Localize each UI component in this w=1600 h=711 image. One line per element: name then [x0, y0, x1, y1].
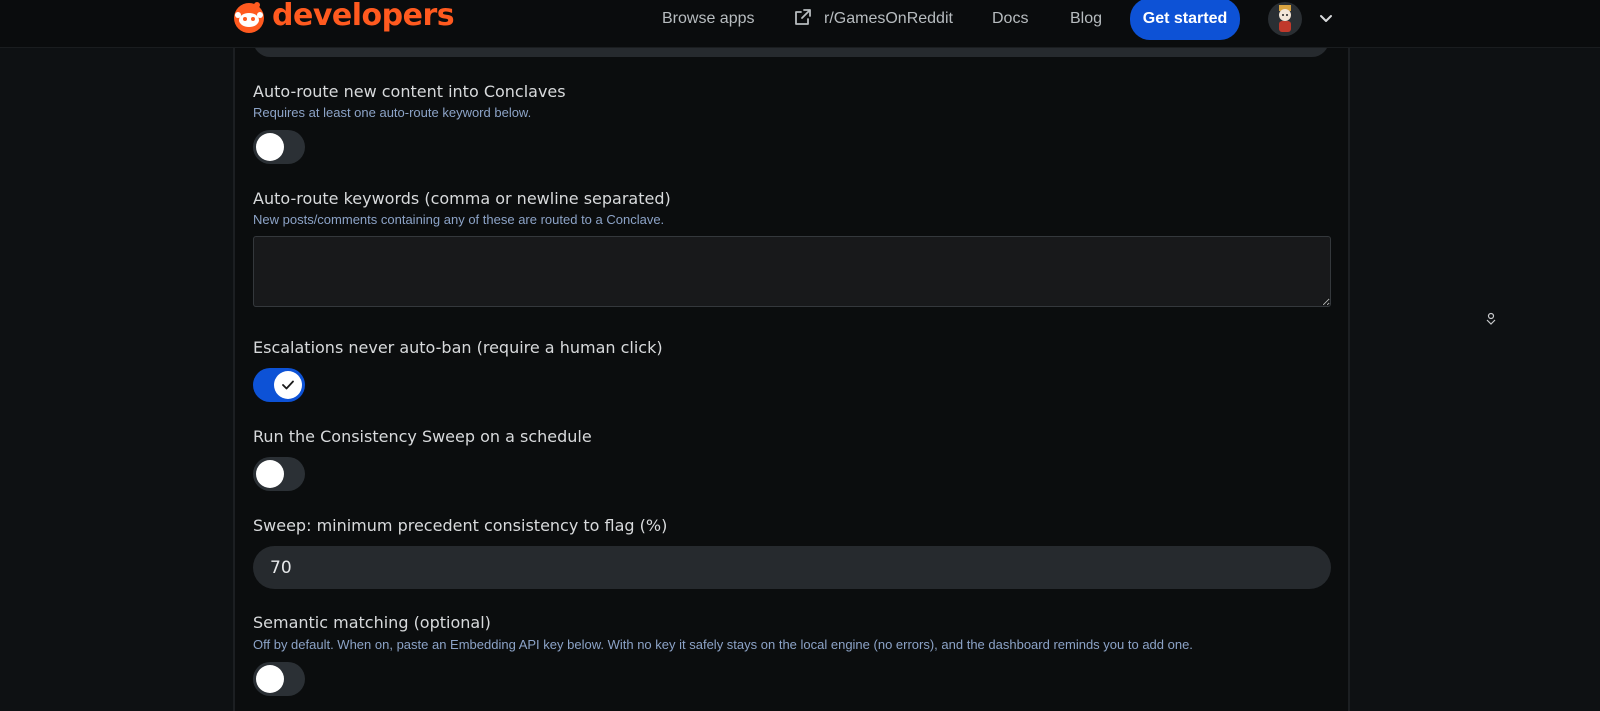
sweep-schedule-label: Run the Consistency Sweep on a schedule [253, 427, 592, 446]
external-link-icon [795, 9, 811, 25]
toggle-knob [256, 460, 284, 488]
cursor-icon [1486, 312, 1496, 325]
toggle-knob [274, 371, 302, 399]
sweep-schedule-toggle[interactable] [253, 457, 305, 491]
developers-logo[interactable]: developers [232, 0, 455, 36]
semantic-toggle[interactable] [253, 662, 305, 696]
auto-route-toggle[interactable] [253, 130, 305, 164]
checkmark-icon [282, 380, 294, 390]
nav-blog[interactable]: Blog [1070, 8, 1102, 30]
keywords-textarea[interactable] [253, 236, 1331, 307]
escalations-toggle[interactable] [253, 368, 305, 402]
escalations-label: Escalations never auto-ban (require a hu… [253, 338, 663, 357]
get-started-button[interactable]: Get started [1130, 0, 1240, 40]
nav-docs[interactable]: Docs [992, 8, 1028, 30]
auto-route-hint: Requires at least one auto-route keyword… [253, 105, 532, 120]
toggle-knob [256, 665, 284, 693]
auto-route-label: Auto-route new content into Conclaves [253, 82, 566, 101]
settings-panel [233, 48, 1350, 711]
user-avatar[interactable] [1268, 2, 1302, 36]
nav-subreddit[interactable]: r/GamesOnReddit [824, 8, 953, 30]
chevron-down-icon[interactable] [1318, 11, 1334, 27]
keywords-hint: New posts/comments containing any of the… [253, 212, 665, 227]
reddit-snoo-icon [234, 2, 264, 33]
top-header: developers Browse apps r/GamesOnReddit D… [0, 0, 1600, 48]
brand-name: developers [272, 0, 455, 33]
toggle-knob [256, 133, 284, 161]
semantic-label: Semantic matching (optional) [253, 613, 491, 632]
sweep-min-label: Sweep: minimum precedent consistency to … [253, 516, 668, 535]
semantic-hint: Off by default. When on, paste an Embedd… [253, 637, 1193, 652]
nav-browse-apps[interactable]: Browse apps [662, 8, 755, 30]
avatar-icon [1279, 5, 1291, 32]
sweep-min-input[interactable] [253, 546, 1331, 589]
keywords-label: Auto-route keywords (comma or newline se… [253, 189, 671, 208]
